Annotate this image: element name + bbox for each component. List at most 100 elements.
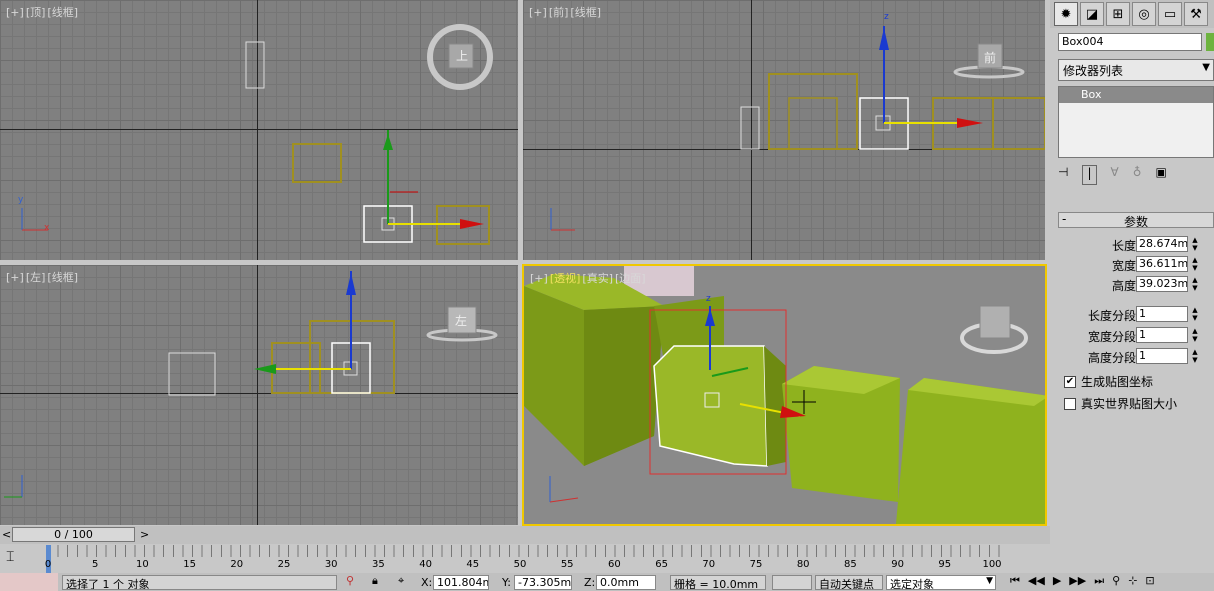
vp-shading-label[interactable]: [真实] — [582, 272, 613, 285]
frame-tick-label: 45 — [466, 559, 480, 570]
viewcube-top[interactable]: 上 — [456, 47, 468, 64]
param-spinner-field[interactable]: 1 — [1136, 306, 1188, 322]
spinner-arrows-icon[interactable]: ▲ ▼ — [1190, 306, 1200, 322]
x-coord-field[interactable]: 101.804mm — [433, 575, 489, 590]
frame-tick-label: 40 — [419, 559, 432, 570]
parameters-rollout[interactable]: - 参数 — [1058, 212, 1214, 229]
stack-item-box[interactable]: Box — [1059, 87, 1213, 103]
frame-tick-label: 25 — [277, 559, 291, 570]
remove-modifier-icon[interactable]: ♁ — [1133, 165, 1142, 185]
param-label: 长度分段: — [1087, 309, 1140, 323]
maxscript-listener[interactable] — [0, 573, 58, 591]
vp-edge-label[interactable]: [边面] — [615, 272, 646, 285]
axis-label-y: y — [18, 195, 24, 205]
frame-tick-label: 20 — [230, 559, 244, 570]
modifier-list-dropdown[interactable]: 修改器列表 ▼ — [1058, 59, 1214, 81]
prompt-line: 选择了 1 个 对象 — [62, 575, 337, 590]
frame-ruler[interactable]: 0 5 10 15 20 25 30 35 40 45 50 55 60 65 70 75 80 85 90 95 10… — [45, 545, 1008, 573]
param-spinner-field[interactable]: 28.674mm — [1136, 236, 1188, 252]
object-name-field[interactable]: Box004 — [1058, 33, 1202, 51]
modify-icon[interactable]: ◪ — [1080, 2, 1104, 26]
vp-view-label[interactable]: [透视] — [550, 272, 581, 285]
param-spinner-field[interactable]: 39.023mm — [1136, 276, 1188, 292]
left-view-geometry — [4, 271, 498, 498]
go-to-end-icon[interactable]: ⏭ — [1094, 574, 1104, 588]
param-spinner-field[interactable]: 36.611mm — [1136, 256, 1188, 272]
front-view-geometry — [550, 26, 1045, 231]
object-color-swatch[interactable] — [1206, 33, 1214, 51]
viewcube-front[interactable]: 前 — [984, 49, 996, 66]
motion-icon[interactable]: ◎ — [1132, 2, 1156, 26]
spinner-arrows-icon[interactable]: ▲ ▼ — [1190, 236, 1200, 252]
frame-tick-label: 55 — [560, 559, 574, 570]
play-icon[interactable]: ▶ — [1053, 574, 1061, 588]
frame-tick-label: 70 — [702, 559, 716, 570]
rollout-title: 参数 — [1123, 215, 1148, 229]
viewport-front[interactable]: [+] [前] [线框] z 前 — [523, 0, 1045, 260]
make-unique-icon[interactable]: ∀ — [1111, 165, 1119, 185]
selection-lock-icon[interactable]: ⚲ — [346, 574, 354, 587]
prev-key-icon[interactable]: ◀◀ — [1028, 574, 1045, 588]
display-icon[interactable]: ▭ — [1158, 2, 1182, 26]
command-panel: ✹ ◪ ⊞ ◎ ▭ ⚒ Box004 修改器列表 ▼ Box ⊣ | ∀ ♁ ▣… — [1050, 0, 1214, 545]
frame-tick-label: 60 — [608, 559, 621, 570]
viewcube-left[interactable]: 左 — [455, 312, 467, 329]
param-spinner-field[interactable]: 1 — [1136, 327, 1188, 343]
spinner-arrows-icon[interactable]: ▲ ▼ — [1190, 327, 1200, 343]
track-bar[interactable]: ⌶ 0 5 10 15 20 25 30 35 40 45 50 55 60 65 70 75 80 85 90 95… — [0, 545, 1050, 573]
go-to-start-icon[interactable]: ⏮ — [1010, 574, 1020, 588]
gen-mapping-checkbox[interactable]: ✔ 生成贴图坐标 — [1064, 373, 1153, 390]
zoom-icon[interactable]: ⚲ — [1112, 574, 1120, 588]
viewport-left[interactable]: [+] [左] [线框] 左 — [0, 265, 518, 525]
axis-label-z: z — [706, 294, 711, 304]
frame-tick-label: 15 — [183, 559, 196, 570]
checkbox-label: 生成贴图坐标 — [1081, 375, 1154, 389]
param-row: 高度分段: 1 ▲ ▼ — [1050, 348, 1214, 366]
zoom-extents-icon[interactable]: ⊡ — [1145, 574, 1154, 588]
track-bar-icon[interactable]: ⌶ — [6, 549, 14, 565]
viewport-perspective[interactable]: [+] [透视] [真实] [边面] z — [522, 264, 1047, 526]
frame-tick-label: 35 — [372, 559, 385, 570]
show-end-result-icon[interactable]: | — [1082, 165, 1097, 185]
frame-tick-label: 85 — [844, 559, 857, 570]
param-row: 宽度分段: 1 ▲ ▼ — [1050, 327, 1214, 345]
spinner-arrows-icon[interactable]: ▲ ▼ — [1190, 256, 1200, 272]
configure-sets-icon[interactable]: ▣ — [1156, 165, 1167, 185]
vp-menu[interactable]: [+] — [530, 272, 548, 285]
frame-tick-label: 30 — [324, 559, 338, 570]
z-coord-field[interactable]: 0.0mm — [596, 575, 656, 590]
spinner-arrows-icon[interactable]: ▲ ▼ — [1190, 276, 1200, 292]
stack-toolbar: ⊣ | ∀ ♁ ▣ — [1058, 165, 1214, 185]
perspective-geometry — [524, 266, 1045, 524]
next-frame-button[interactable]: > — [140, 528, 149, 541]
create-icon[interactable]: ✹ — [1054, 2, 1078, 26]
real-world-map-checkbox[interactable]: 真实世界贴图大小 — [1064, 395, 1177, 412]
top-view-geometry — [21, 24, 493, 245]
set-key-button[interactable] — [772, 575, 812, 590]
pan-icon[interactable]: ⊹ — [1128, 574, 1137, 588]
checkbox-box[interactable]: ✔ — [1064, 375, 1076, 388]
y-coord-field[interactable]: -73.305mm — [514, 575, 572, 590]
time-slider[interactable]: 0 / 100 — [12, 527, 135, 542]
next-key-icon[interactable]: ▶▶ — [1069, 574, 1086, 588]
checkbox-box[interactable] — [1064, 397, 1076, 410]
lock-icon[interactable]: 🔒︎ — [372, 574, 378, 588]
spinner-arrows-icon[interactable]: ▲ ▼ — [1190, 348, 1200, 364]
utilities-icon[interactable]: ⚒ — [1184, 2, 1208, 26]
param-spinner-field[interactable]: 1 — [1136, 348, 1188, 364]
axis-label-z: z — [884, 12, 889, 22]
viewport-top[interactable]: [+] [顶] [线框] 上 y x — [0, 0, 518, 260]
param-label: 宽度: — [1111, 259, 1140, 273]
frame-tick-label: 65 — [655, 559, 668, 570]
hierarchy-icon[interactable]: ⊞ — [1106, 2, 1130, 26]
auto-key-button[interactable]: 自动关键点 — [815, 575, 883, 590]
pin-stack-icon[interactable]: ⊣ — [1058, 165, 1068, 185]
param-label: 高度: — [1111, 279, 1140, 293]
selection-set-dropdown[interactable]: 选定对象 ▼ — [886, 575, 996, 590]
absolute-mode-icon[interactable]: ⌖ — [398, 574, 404, 588]
prev-frame-button[interactable]: < — [2, 528, 11, 541]
selection-set-label: 选定对象 — [890, 578, 934, 590]
param-row: 高度:39.023mm▲▼ — [1050, 276, 1214, 294]
y-label: Y: — [502, 576, 511, 589]
modifier-stack[interactable]: Box — [1058, 86, 1214, 158]
